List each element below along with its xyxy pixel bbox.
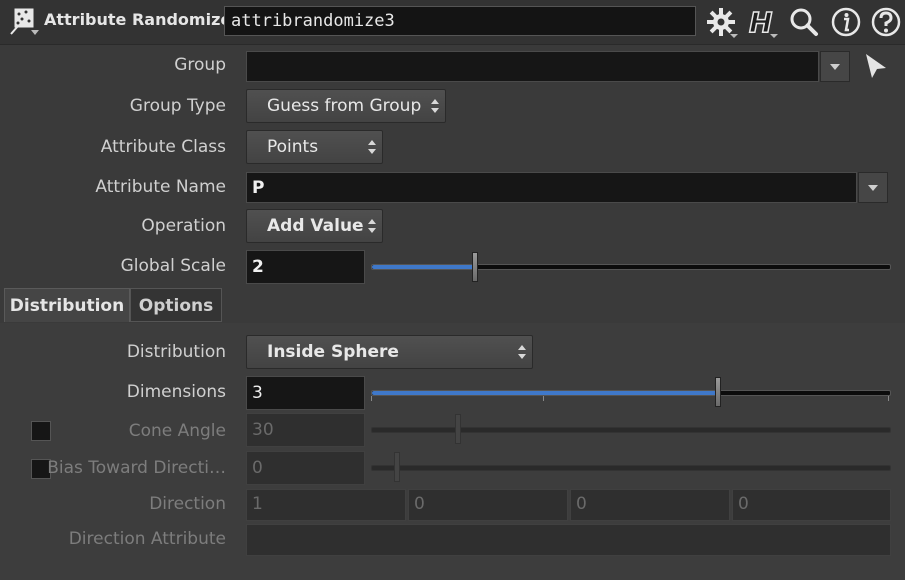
tab-distribution[interactable]: Distribution — [4, 288, 130, 322]
chevron-down-icon — [830, 64, 840, 70]
cone-angle-slider-track — [371, 427, 891, 433]
up-down-arrows-icon — [431, 99, 439, 113]
select-arrow-icon[interactable] — [862, 52, 890, 80]
node-name-field[interactable]: attribrandomize3 — [224, 6, 696, 36]
direction-y-field: 0 — [408, 489, 568, 521]
dimensions-field[interactable]: 3 — [246, 376, 365, 410]
global-scale-slider-fill — [372, 265, 476, 269]
up-down-arrows-icon — [368, 219, 376, 233]
bias-toward-direction-slider-track — [371, 465, 891, 471]
dimensions-slider-track[interactable] — [371, 390, 891, 396]
up-down-arrows-icon — [368, 140, 376, 154]
distribution-menu[interactable]: Inside Sphere — [246, 335, 533, 369]
operation-label: Operation — [141, 216, 226, 236]
bias-toward-direction-label: Bias Toward Directi… — [47, 458, 226, 478]
svg-text:H: H — [749, 6, 772, 38]
global-scale-slider-handle[interactable] — [471, 252, 478, 282]
node-type-label: Attribute Randomize — [44, 10, 232, 29]
attribute-class-menu[interactable]: Points — [246, 130, 383, 164]
attribute-name-field[interactable]: P — [246, 172, 857, 203]
group-field[interactable] — [246, 51, 819, 82]
group-dropdown-button[interactable] — [820, 51, 850, 82]
group-label: Group — [174, 55, 226, 75]
chevron-down-icon — [868, 185, 878, 191]
operation-menu[interactable]: Add Value — [246, 209, 383, 243]
slider-tick — [371, 396, 372, 401]
distribution-label: Distribution — [126, 342, 226, 362]
attribute-name-label: Attribute Name — [95, 177, 226, 197]
parameter-header: Attribute Randomize attribrandomize3 H — [0, 0, 905, 45]
slider-tick — [543, 396, 544, 401]
attribute-class-label: Attribute Class — [100, 137, 226, 157]
group-type-label: Group Type — [129, 96, 226, 116]
direction-attribute-label: Direction Attribute — [68, 529, 226, 549]
group-type-menu[interactable]: Guess from Group — [246, 89, 446, 123]
global-scale-label: Global Scale — [120, 256, 226, 276]
direction-x-field: 1 — [246, 489, 406, 521]
tab-options[interactable]: Options — [130, 288, 222, 322]
slider-tick — [888, 396, 889, 401]
gear-icon[interactable] — [706, 6, 738, 38]
bias-toward-direction-slider-handle — [393, 452, 400, 482]
search-icon[interactable] — [788, 6, 820, 38]
attribute-name-dropdown-button[interactable] — [858, 172, 888, 203]
direction-w-field: 0 — [732, 489, 891, 521]
cone-angle-field: 30 — [246, 413, 365, 447]
cone-angle-slider-handle — [454, 414, 461, 444]
bias-toward-direction-field: 0 — [246, 451, 365, 485]
info-icon[interactable] — [830, 6, 862, 38]
up-down-arrows-icon — [518, 345, 526, 359]
help-icon[interactable] — [870, 6, 902, 38]
direction-attribute-field — [246, 524, 891, 556]
dimensions-label: Dimensions — [126, 382, 226, 402]
houdini-h-icon[interactable]: H — [746, 6, 778, 38]
dimensions-slider-handle[interactable] — [715, 377, 722, 407]
cone-angle-label: Cone Angle — [128, 421, 226, 441]
dimensions-slider-fill — [372, 391, 720, 395]
direction-label: Direction — [149, 494, 226, 514]
direction-z-field: 0 — [570, 489, 730, 521]
global-scale-field[interactable]: 2 — [246, 250, 365, 284]
global-scale-slider-track[interactable] — [371, 264, 891, 270]
attribrandomize-node-icon[interactable] — [9, 6, 39, 36]
cone-angle-enable-checkbox[interactable] — [31, 421, 51, 441]
